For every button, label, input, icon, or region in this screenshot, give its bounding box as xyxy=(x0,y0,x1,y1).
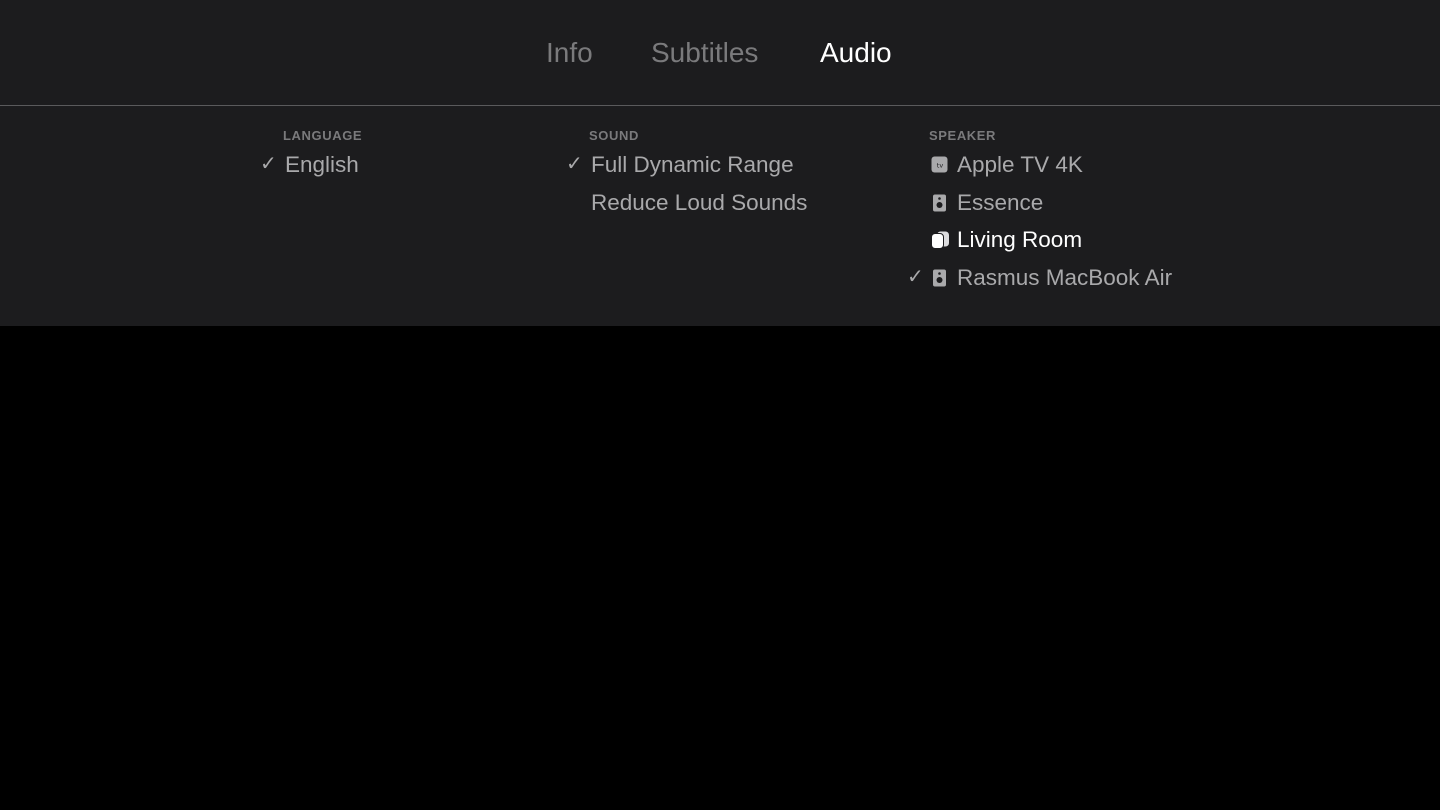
tab-info[interactable]: Info xyxy=(546,34,593,72)
tab-audio[interactable]: Audio xyxy=(820,34,892,72)
sound-item-label: Reduce Loud Sounds xyxy=(591,189,808,215)
tab-divider xyxy=(0,105,1440,106)
speaker-item-living-room[interactable]: Living Room xyxy=(905,221,1245,259)
language-item-english[interactable]: ✓ English xyxy=(260,146,480,184)
sound-item-full-dynamic-range[interactable]: ✓ Full Dynamic Range xyxy=(566,146,866,184)
speaker-item-label: Living Room xyxy=(957,227,1083,252)
speaker-icon xyxy=(931,269,948,287)
audio-settings-panel: Info Subtitles Audio LANGUAGE ✓ English … xyxy=(0,0,1440,326)
sound-item-label: Full Dynamic Range xyxy=(591,152,794,177)
speaker-header: SPEAKER xyxy=(929,128,997,143)
tab-subtitles[interactable]: Subtitles xyxy=(651,34,758,72)
language-header: LANGUAGE xyxy=(283,128,363,143)
sound-item-reduce-loud-sounds[interactable]: Reduce Loud Sounds xyxy=(566,184,866,222)
checkmark-icon: ✓ xyxy=(566,153,583,175)
language-column: LANGUAGE ✓ English xyxy=(260,126,480,184)
speaker-item-apple-tv-4k[interactable]: tv Apple TV 4K xyxy=(905,146,1245,184)
speaker-item-label: Essence xyxy=(957,189,1044,215)
checkmark-icon: ✓ xyxy=(907,265,924,288)
speaker-item-essence[interactable]: Essence xyxy=(905,184,1245,222)
speaker-item-label: Rasmus MacBook Air xyxy=(957,264,1173,290)
homepod-pair-icon xyxy=(931,231,949,249)
svg-text:tv: tv xyxy=(937,162,944,170)
checkmark-icon: ✓ xyxy=(260,153,277,175)
speaker-item-rasmus-macbook-air[interactable]: ✓ Rasmus MacBook Air xyxy=(905,259,1245,297)
sound-column: SOUND ✓ Full Dynamic Range Reduce Loud S… xyxy=(566,126,866,221)
language-item-label: English xyxy=(285,152,359,177)
speaker-column: SPEAKER tv Apple TV 4K Essence Living Ro… xyxy=(905,126,1245,296)
tab-bar: Info Subtitles Audio xyxy=(0,0,1440,105)
apple-tv-icon: tv xyxy=(931,156,948,174)
sound-header: SOUND xyxy=(589,128,639,143)
video-area xyxy=(0,326,1440,810)
speaker-icon xyxy=(931,194,948,212)
speaker-item-label: Apple TV 4K xyxy=(957,152,1083,177)
